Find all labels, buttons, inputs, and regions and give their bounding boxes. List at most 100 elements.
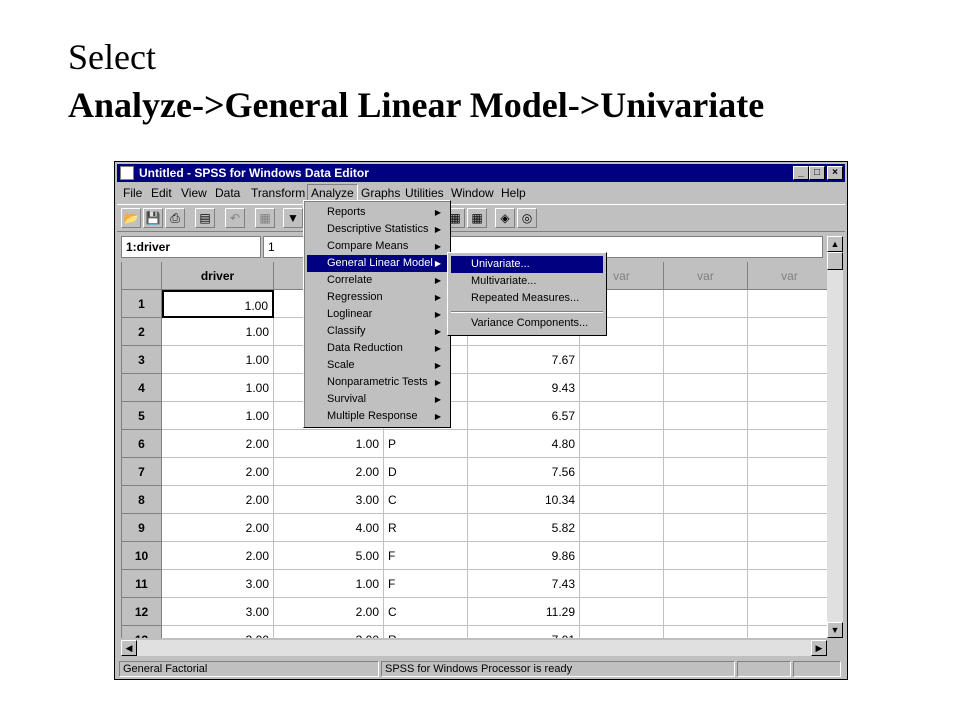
grid-cell[interactable] [664, 318, 748, 346]
row-header[interactable]: 13 [122, 626, 162, 638]
menu-item-variance-components[interactable]: Variance Components... [451, 315, 603, 332]
grid-corner[interactable] [122, 262, 162, 290]
grid-cell[interactable]: 2.00 [162, 458, 274, 486]
menu-item-general-linear-model[interactable]: General Linear Model ▶ [307, 255, 447, 272]
row-header[interactable]: 9 [122, 514, 162, 542]
grid-cell[interactable] [748, 318, 832, 346]
menu-item-compare-means[interactable]: Compare Means ▶ [307, 238, 447, 255]
grid-cell[interactable] [580, 598, 664, 626]
grid-cell[interactable]: 1.00 [162, 290, 274, 318]
row-header[interactable]: 10 [122, 542, 162, 570]
grid-cell[interactable] [748, 570, 832, 598]
menu-edit[interactable]: Edit [151, 186, 172, 200]
split-file-icon[interactable]: ▦ [467, 208, 487, 228]
maximize-button[interactable]: □ [809, 166, 825, 180]
save-icon[interactable]: 💾 [143, 208, 163, 228]
grid-cell[interactable] [580, 514, 664, 542]
grid-cell[interactable]: 4.00 [274, 514, 384, 542]
grid-cell[interactable] [664, 626, 748, 638]
grid-cell[interactable]: 3.00 [274, 486, 384, 514]
grid-cell[interactable] [580, 570, 664, 598]
grid-cell[interactable] [664, 402, 748, 430]
use-sets-icon[interactable]: ◎ [517, 208, 537, 228]
minimize-button[interactable]: _ [793, 166, 809, 180]
grid-cell[interactable] [664, 290, 748, 318]
grid-cell[interactable] [748, 486, 832, 514]
grid-cell[interactable] [664, 430, 748, 458]
grid-cell[interactable]: R [384, 514, 468, 542]
grid-cell[interactable]: F [384, 570, 468, 598]
grid-cell[interactable] [748, 542, 832, 570]
grid-cell[interactable]: 1.00 [162, 346, 274, 374]
menu-item-descriptive-statistics[interactable]: Descriptive Statistics ▶ [307, 221, 447, 238]
grid-cell[interactable]: 2.00 [274, 598, 384, 626]
grid-cell[interactable] [580, 486, 664, 514]
menu-item-multiple-response[interactable]: Multiple Response ▶ [307, 408, 447, 425]
grid-cell[interactable]: 9.43 [468, 374, 580, 402]
scroll-up-icon[interactable]: ▲ [827, 236, 843, 252]
menu-item-correlate[interactable]: Correlate ▶ [307, 272, 447, 289]
grid-cell[interactable] [664, 542, 748, 570]
scroll-left-icon[interactable]: ◀ [121, 640, 137, 656]
scroll-right-icon[interactable]: ▶ [811, 640, 827, 656]
grid-cell[interactable] [748, 374, 832, 402]
grid-cell[interactable]: C [384, 486, 468, 514]
grid-cell[interactable]: 1.00 [162, 402, 274, 430]
row-header[interactable]: 6 [122, 430, 162, 458]
grid-cell[interactable]: 3.00 [274, 626, 384, 638]
grid-cell[interactable]: 2.00 [162, 430, 274, 458]
column-header-driver[interactable]: driver [162, 262, 274, 290]
grid-cell[interactable] [580, 402, 664, 430]
grid-cell[interactable]: 1.00 [274, 430, 384, 458]
menu-item-data-reduction[interactable]: Data Reduction ▶ [307, 340, 447, 357]
grid-cell[interactable]: 3.00 [162, 598, 274, 626]
menu-item-loglinear[interactable]: Loglinear ▶ [307, 306, 447, 323]
grid-cell[interactable] [748, 598, 832, 626]
grid-cell[interactable]: 3.00 [162, 626, 274, 638]
grid-cell[interactable] [748, 402, 832, 430]
close-button[interactable]: × [827, 166, 843, 180]
grid-cell[interactable]: 2.00 [162, 514, 274, 542]
grid-cell[interactable] [748, 626, 832, 638]
menu-item-nonparametric-tests[interactable]: Nonparametric Tests ▶ [307, 374, 447, 391]
print-icon[interactable]: ⎙ [165, 208, 185, 228]
grid-cell[interactable] [580, 542, 664, 570]
grid-cell[interactable] [748, 430, 832, 458]
grid-cell[interactable] [580, 346, 664, 374]
menu-item-regression[interactable]: Regression ▶ [307, 289, 447, 306]
column-header-var-3[interactable]: var [748, 262, 832, 290]
grid-cell[interactable]: 7.43 [468, 570, 580, 598]
menu-transform[interactable]: Transform [251, 186, 305, 200]
grid-cell[interactable]: 1.00 [162, 374, 274, 402]
row-header[interactable]: 4 [122, 374, 162, 402]
grid-cell[interactable] [664, 346, 748, 374]
grid-cell[interactable]: 7.67 [468, 346, 580, 374]
title-bar[interactable]: Untitled - SPSS for Windows Data Editor … [117, 164, 845, 182]
grid-cell[interactable] [748, 458, 832, 486]
grid-cell[interactable]: 9.86 [468, 542, 580, 570]
grid-cell[interactable] [748, 346, 832, 374]
menu-item-survival[interactable]: Survival ▶ [307, 391, 447, 408]
horizontal-scrollbar[interactable]: ◀ ▶ [121, 640, 827, 656]
menu-file[interactable]: File [123, 186, 142, 200]
grid-cell[interactable]: 1.00 [274, 570, 384, 598]
grid-cell[interactable] [580, 626, 664, 638]
undo-icon[interactable]: ↶ [225, 208, 245, 228]
grid-cell[interactable] [664, 486, 748, 514]
row-header[interactable]: 5 [122, 402, 162, 430]
scroll-thumb[interactable] [827, 252, 843, 270]
menu-graphs[interactable]: Graphs [361, 186, 400, 200]
open-icon[interactable]: 📂 [121, 208, 141, 228]
grid-cell[interactable]: 5.82 [468, 514, 580, 542]
menu-item-scale[interactable]: Scale ▶ [307, 357, 447, 374]
vertical-scrollbar[interactable]: ▲ ▼ [827, 236, 843, 638]
row-header[interactable]: 11 [122, 570, 162, 598]
grid-cell[interactable]: 7.56 [468, 458, 580, 486]
grid-cell[interactable] [580, 374, 664, 402]
grid-cell[interactable]: 5.00 [274, 542, 384, 570]
grid-cell[interactable]: 6.57 [468, 402, 580, 430]
menu-utilities[interactable]: Utilities [405, 186, 444, 200]
grid-cell[interactable] [664, 570, 748, 598]
grid-cell[interactable] [748, 290, 832, 318]
menu-window[interactable]: Window [451, 186, 494, 200]
